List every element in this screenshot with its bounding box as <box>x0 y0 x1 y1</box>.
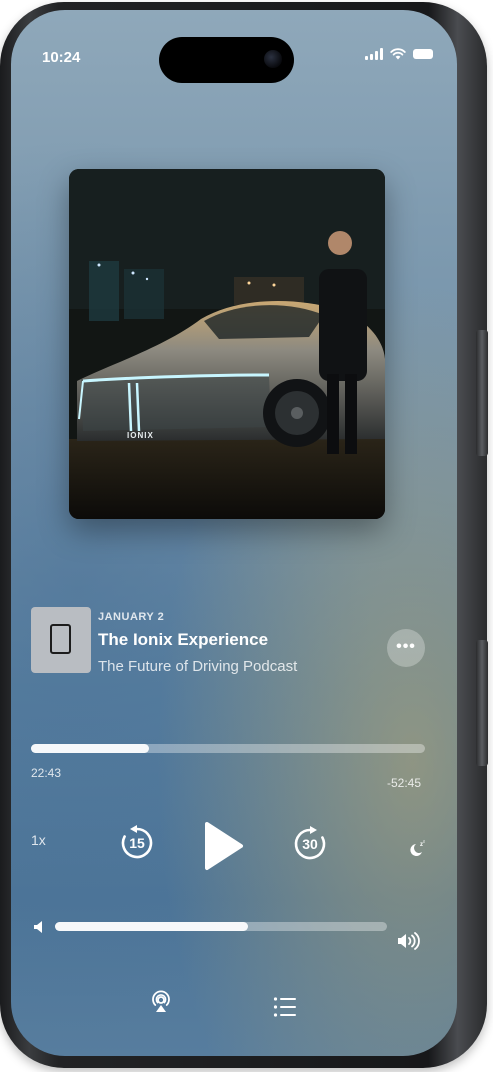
elapsed-time: 22:43 <box>31 766 62 780</box>
skip-forward-button[interactable]: 30 <box>292 826 328 862</box>
speaker-low-icon <box>34 921 42 933</box>
wifi-icon <box>390 48 406 60</box>
episode-date: JANUARY 2 <box>98 611 165 623</box>
camera-icon <box>264 50 282 68</box>
device-icon <box>50 624 71 654</box>
podcast-artwork[interactable]: IONIX <box>69 169 385 519</box>
volume-slider[interactable] <box>55 922 387 931</box>
volume-button <box>476 640 488 766</box>
speaker-high-icon <box>398 932 420 950</box>
episode-thumbnail[interactable] <box>31 607 91 673</box>
volume-level-fill <box>55 922 248 931</box>
artwork-car-badge: IONIX <box>127 431 154 440</box>
playback-scrubber[interactable] <box>31 744 425 753</box>
playback-progress-fill <box>31 744 150 753</box>
skip-back-label: 15 <box>129 835 145 851</box>
remaining-time: -52:45 <box>387 776 422 790</box>
signal-icon <box>365 48 383 60</box>
episode-title[interactable]: The Ionix Experience <box>98 630 268 650</box>
svg-text:z: z <box>423 839 425 844</box>
sleep-timer-icon: z z <box>410 839 425 856</box>
skip-forward-label: 30 <box>302 836 318 852</box>
show-name[interactable]: The Future of Driving Podcast <box>98 658 297 675</box>
ellipsis-icon: ••• <box>396 638 416 655</box>
dynamic-island <box>159 37 294 83</box>
status-time: 10:24 <box>42 49 81 66</box>
battery-icon <box>413 49 433 59</box>
action-button <box>476 330 488 456</box>
artwork-illustration <box>69 169 385 519</box>
airplay-button[interactable] <box>149 989 173 1013</box>
more-options-button[interactable]: ••• <box>387 629 425 667</box>
play-icon <box>205 822 243 870</box>
skip-back-button[interactable]: 15 <box>119 825 155 861</box>
status-icons <box>365 48 433 60</box>
screen: 10:24 IONIX JANUARY 2 The Ionix Experien… <box>11 10 457 1056</box>
status-bar: 10:24 <box>11 10 457 83</box>
queue-button[interactable] <box>273 996 297 1018</box>
queue-list-icon <box>273 997 296 1017</box>
sleep-timer-button[interactable]: z z <box>407 839 427 859</box>
airplay-icon <box>152 990 170 1012</box>
play-button[interactable] <box>201 820 247 872</box>
playback-speed-button[interactable]: 1x <box>31 832 46 848</box>
